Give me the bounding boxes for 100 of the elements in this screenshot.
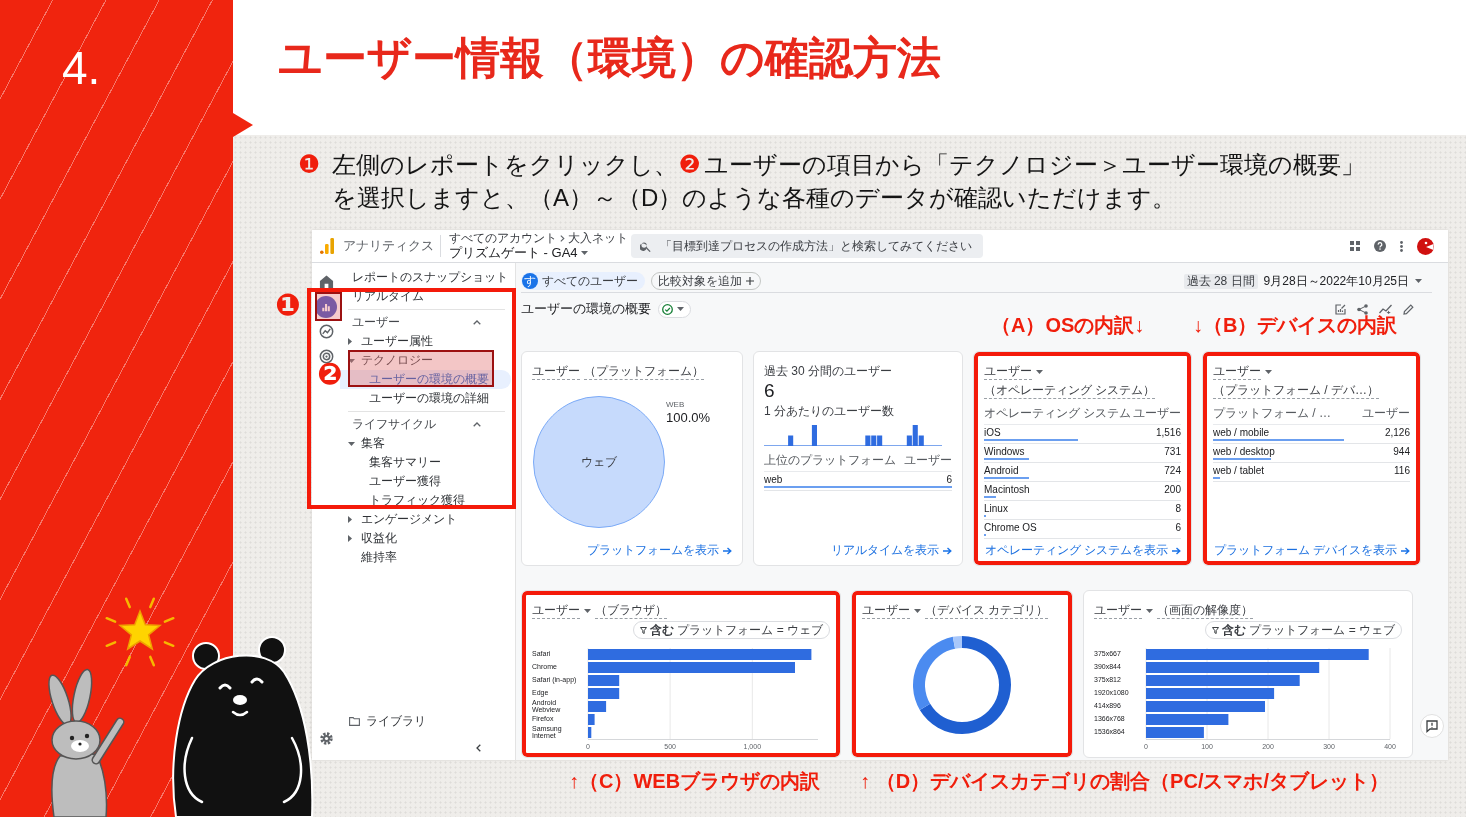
section-header[interactable]: ユーザー bbox=[340, 313, 511, 332]
arrow-icon bbox=[723, 546, 732, 555]
instruction-text: ❶ 左側のレポートをクリックし、❷ ユーザーの項目から「テクノロジー＞ユーザー環境の概要」を選択しますと、（A）～（D）のような各種のデータが確認いただけます。 bbox=[298, 149, 1366, 213]
target-icon[interactable] bbox=[318, 349, 334, 364]
realtime-subtitle: 1 分あたりのユーザー数 bbox=[764, 403, 895, 419]
check-icon bbox=[662, 303, 673, 315]
bar bbox=[1146, 727, 1204, 738]
metric-selector[interactable]: ユーザー bbox=[1213, 363, 1261, 380]
search-field[interactable]: 「目標到達プロセスの作成方法」と検索してみてください bbox=[631, 234, 983, 258]
row-value: 944 bbox=[1393, 446, 1410, 458]
breadcrumb-link[interactable]: 大入ネット bbox=[568, 231, 628, 245]
logo-icon bbox=[320, 238, 334, 254]
slide-number: 4. bbox=[62, 42, 101, 94]
product-name: アナリティクス bbox=[343, 237, 434, 255]
plus-icon bbox=[746, 277, 754, 285]
row-value: 116 bbox=[1394, 465, 1410, 477]
segment-avatar: す bbox=[522, 273, 538, 289]
bar-chart-icon[interactable] bbox=[315, 295, 337, 318]
arrow-icon bbox=[1172, 546, 1181, 555]
row-label: iOS bbox=[984, 427, 1001, 439]
avatar-icon[interactable] bbox=[1417, 237, 1434, 255]
customize-icon[interactable] bbox=[1335, 303, 1346, 315]
row-label: Chrome OS bbox=[984, 522, 1037, 534]
nav-item[interactable]: エンゲージメント bbox=[340, 510, 511, 529]
step-marker: ❶ bbox=[275, 290, 301, 320]
metric-selector[interactable]: ユーザー bbox=[532, 602, 580, 619]
nav-item[interactable]: 維持率 bbox=[340, 548, 511, 567]
nav-item[interactable]: 集客 bbox=[340, 434, 511, 453]
nav-item[interactable]: ユーザー属性 bbox=[340, 332, 511, 351]
help-icon[interactable] bbox=[1374, 240, 1386, 252]
period-tag: 過去 28 日間 bbox=[1183, 273, 1258, 289]
dimension-selector[interactable]: （デバイス カテゴリ） bbox=[925, 602, 1049, 619]
dimension-selector[interactable]: （プラットフォーム） bbox=[584, 363, 704, 380]
breadcrumb-link[interactable]: すべてのアカウント bbox=[449, 231, 557, 245]
slide-title: ユーザー情報（環境）の確認方法 bbox=[278, 32, 942, 84]
section-header[interactable]: ライフサイクル bbox=[340, 415, 511, 434]
share-icon[interactable] bbox=[1357, 303, 1368, 315]
folder-icon bbox=[349, 717, 360, 726]
row-value: 6 bbox=[1175, 522, 1181, 534]
apps-icon[interactable] bbox=[1350, 241, 1360, 251]
row-value: 8 bbox=[1175, 503, 1181, 515]
activity-bar bbox=[811, 425, 817, 446]
nav-item[interactable]: 収益化 bbox=[340, 529, 511, 548]
feedback-icon[interactable] bbox=[1420, 714, 1444, 738]
view-link[interactable]: オペレーティング システムを表示 bbox=[984, 543, 1181, 558]
metric-selector[interactable]: ユーザー bbox=[532, 363, 580, 380]
bar bbox=[588, 675, 620, 686]
metric-selector[interactable]: ユーザー bbox=[1094, 602, 1142, 619]
annotation-label: ↑ （D）デバイスカテゴリの割合（PC/スマホ/タブレット） bbox=[860, 769, 1389, 794]
view-link[interactable]: リアルタイムを表示 bbox=[831, 543, 952, 558]
caret-icon bbox=[1415, 279, 1422, 283]
row-value: 1,516 bbox=[1155, 427, 1181, 439]
settings-icon[interactable] bbox=[319, 732, 333, 745]
trend-icon[interactable] bbox=[318, 324, 334, 339]
column-header: オペレーティング システム bbox=[984, 405, 1132, 421]
metric-selector[interactable]: ユーザー bbox=[984, 363, 1032, 380]
funnel-icon bbox=[640, 626, 648, 634]
funnel-icon bbox=[1212, 626, 1220, 634]
view-link[interactable]: プラットフォームを表示 bbox=[587, 543, 732, 558]
star-icon bbox=[105, 597, 175, 667]
column-header: ユーザー bbox=[1362, 405, 1410, 421]
realtime-title: 過去 30 分間のユーザー bbox=[764, 363, 893, 379]
dimension-selector[interactable]: （ブラウザ） bbox=[595, 602, 667, 619]
row-label: web / mobile bbox=[1213, 427, 1270, 439]
annotation-label: ↓（B）デバイスの内訳 bbox=[1193, 313, 1398, 338]
dimension-selector[interactable]: （オペレーティング システム） bbox=[984, 382, 1156, 399]
row-label: Windows bbox=[984, 446, 1025, 458]
row-label: Linux bbox=[984, 503, 1008, 515]
nav-item[interactable]: ユーザーの環境の詳細 bbox=[340, 389, 511, 408]
column-header: ユーザー bbox=[1133, 405, 1181, 421]
view-link[interactable]: プラットフォーム デバイスを表示 bbox=[1213, 543, 1410, 558]
dimension-selector[interactable]: （プラットフォーム / デバ…） bbox=[1213, 382, 1379, 399]
nav-item[interactable]: 集客サマリー bbox=[340, 453, 511, 472]
collapse-icon[interactable] bbox=[476, 744, 481, 752]
more-icon[interactable] bbox=[1400, 240, 1403, 252]
page-title: ユーザーの環境の概要 bbox=[521, 300, 651, 318]
status-dropdown[interactable] bbox=[658, 300, 691, 318]
nav-item[interactable]: ユーザー獲得 bbox=[340, 472, 511, 491]
row-label: Macintosh bbox=[984, 484, 1030, 496]
realtime-value: 6 bbox=[764, 379, 776, 403]
library-link[interactable]: ライブラリ bbox=[340, 712, 511, 731]
nav-item[interactable]: トラフィック獲得 bbox=[340, 491, 511, 510]
nav-item[interactable]: レポートのスナップショット bbox=[340, 268, 511, 287]
home-icon[interactable] bbox=[318, 274, 334, 289]
dimension-selector[interactable]: （画面の解像度） bbox=[1157, 602, 1253, 619]
property-selector[interactable]: プリズムゲート - GA4 bbox=[449, 244, 588, 261]
legend-label: WEB bbox=[666, 400, 685, 410]
step-marker: ❷ bbox=[317, 359, 343, 389]
row-label: web / tablet bbox=[1213, 465, 1265, 477]
date-range-button[interactable]: 9月28日～2022年10月25日 bbox=[1263, 272, 1422, 290]
segment-chip[interactable]: す すべてのユーザー bbox=[521, 272, 645, 290]
nav-item[interactable]: テクノロジー bbox=[340, 351, 511, 370]
edit-icon[interactable] bbox=[1403, 303, 1414, 315]
row-label: web bbox=[764, 474, 783, 486]
activity-bar bbox=[788, 435, 794, 446]
metric-selector[interactable]: ユーザー bbox=[862, 602, 910, 619]
arrow-icon bbox=[943, 546, 952, 555]
row-value: 2,126 bbox=[1384, 427, 1410, 439]
trend-icon[interactable] bbox=[1379, 304, 1392, 314]
row-value: 6 bbox=[946, 474, 952, 486]
